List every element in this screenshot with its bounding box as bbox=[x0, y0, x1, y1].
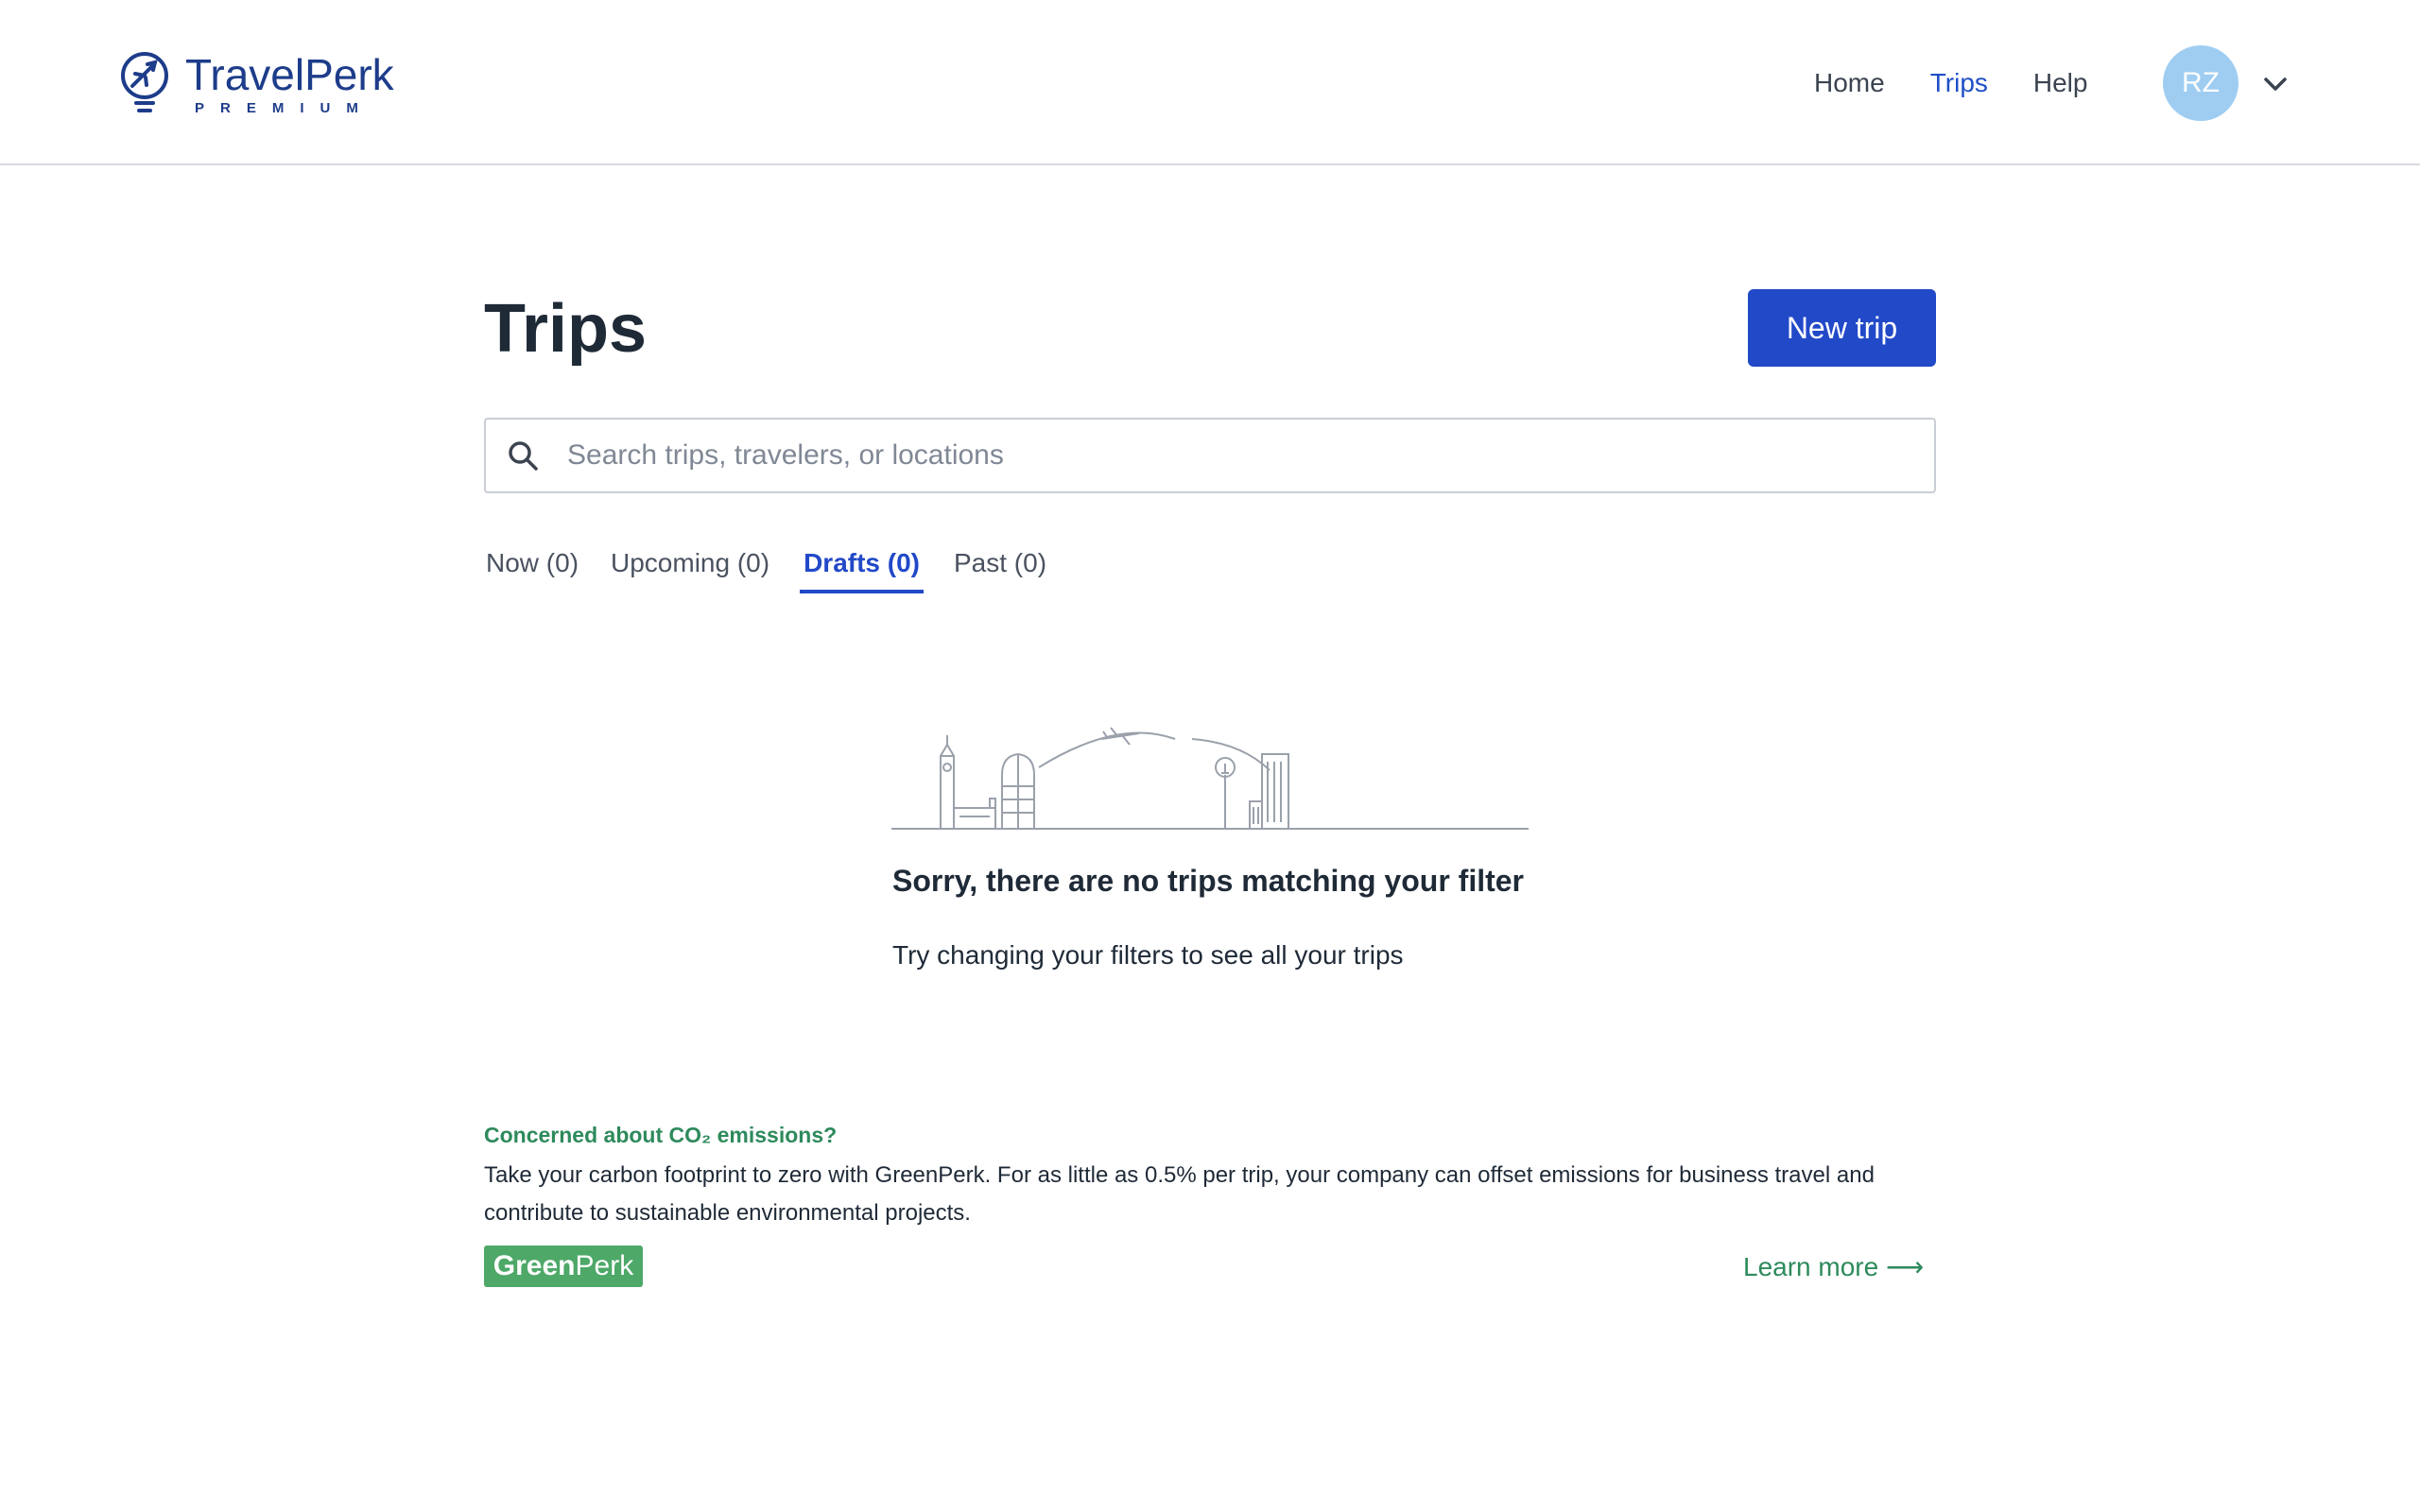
airplane-globe-icon bbox=[121, 52, 168, 112]
city-skyline-illustration bbox=[891, 727, 1529, 830]
tab-now[interactable]: Now (0) bbox=[484, 541, 580, 593]
main-nav: Home Trips Help bbox=[1814, 64, 2087, 102]
co2-heading: Concerned about CO₂ emissions? bbox=[484, 1123, 838, 1147]
greenperk-logo-strong: Green bbox=[493, 1250, 576, 1281]
chevron-down-icon[interactable] bbox=[2263, 72, 2288, 96]
user-avatar[interactable]: RZ bbox=[2163, 45, 2238, 121]
nav-help[interactable]: Help bbox=[2033, 64, 2088, 102]
page-title: Trips bbox=[484, 291, 648, 367]
nav-home[interactable]: Home bbox=[1814, 64, 1885, 102]
travelperk-logo[interactable]: TravelPerk PREMIUM bbox=[119, 51, 394, 116]
new-trip-button[interactable]: New trip bbox=[1748, 289, 1936, 367]
nav-trips[interactable]: Trips bbox=[1930, 64, 1988, 102]
tab-upcoming[interactable]: Upcoming (0) bbox=[609, 541, 771, 593]
brand-name: TravelPerk bbox=[185, 50, 394, 99]
greenperk-logo: Green Perk bbox=[484, 1246, 643, 1287]
empty-state-title: Sorry, there are no trips matching your … bbox=[892, 864, 1524, 898]
tab-past[interactable]: Past (0) bbox=[952, 541, 1048, 593]
tab-drafts[interactable]: Drafts (0) bbox=[800, 541, 924, 593]
search-input[interactable] bbox=[565, 438, 1893, 472]
search-box bbox=[484, 418, 1936, 493]
co2-description: Take your carbon footprint to zero with … bbox=[484, 1162, 1875, 1226]
search-icon bbox=[509, 441, 538, 471]
greenperk-logo-light: Perk bbox=[575, 1250, 634, 1281]
empty-state-subtitle: Try changing your filters to see all you… bbox=[892, 940, 1404, 970]
trip-filter-tabs: Now (0) Upcoming (0) Drafts (0) Past (0) bbox=[484, 541, 1048, 593]
brand-tier: PREMIUM bbox=[195, 100, 374, 116]
learn-more-link[interactable]: Learn more ⟶ bbox=[1743, 1251, 1924, 1282]
top-header: TravelPerk PREMIUM Home Trips Help RZ bbox=[0, 0, 2420, 165]
